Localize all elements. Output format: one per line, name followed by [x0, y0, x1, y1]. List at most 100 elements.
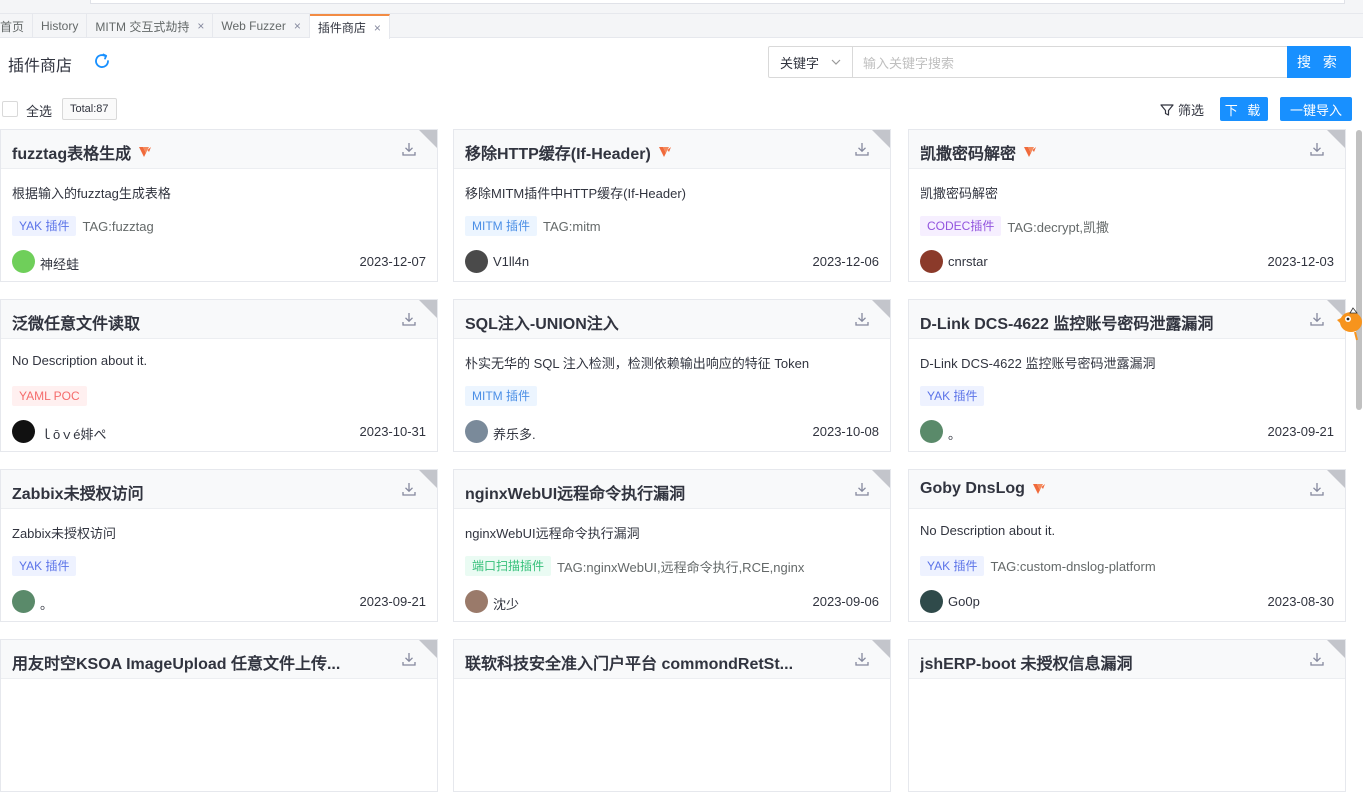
download-icon[interactable]: [401, 141, 417, 157]
filter-button[interactable]: 筛选: [1160, 100, 1204, 119]
avatar[interactable]: [465, 590, 488, 613]
card-title-text: nginxWebUI远程命令执行漏洞: [465, 486, 686, 503]
download-icon[interactable]: [854, 481, 870, 497]
plugin-card[interactable]: 移除HTTP缓存(If-Header) 移除MITM插件中HTTP缓存(If-He…: [453, 129, 891, 282]
card-tags: CODEC插件 TAG:decrypt,凯撒: [920, 216, 1109, 236]
download-icon[interactable]: [1309, 141, 1325, 157]
card-title-text: 联软科技安全准入门户平台 commondRetSt...: [465, 656, 794, 673]
publish-date: 2023-09-21: [359, 594, 427, 609]
download-icon[interactable]: [401, 651, 417, 667]
download-icon[interactable]: [854, 141, 870, 157]
tab-2[interactable]: MITM 交互式劫持 ×: [87, 14, 214, 38]
plugin-card[interactable]: SQL注入-UNION注入 朴实无华的 SQL 注入检测，检测依赖输出响应的特征 …: [453, 299, 891, 452]
download-icon[interactable]: [401, 311, 417, 327]
card-description: Zabbix未授权访问: [12, 526, 117, 541]
card-title: 联软科技安全准入门户平台 commondRetSt...: [465, 650, 793, 674]
import-all-button[interactable]: 一键导入: [1280, 97, 1352, 121]
card-tags: YAK 插件 TAG:custom-dnslog-platform: [920, 556, 1156, 576]
refresh-icon[interactable]: [93, 52, 111, 70]
select-all-label[interactable]: 全选: [26, 101, 52, 120]
close-icon[interactable]: ×: [294, 19, 301, 33]
scrollbar[interactable]: [1356, 130, 1362, 410]
publish-date: 2023-10-31: [359, 424, 427, 439]
card-title: jshERP-boot 未授权信息漏洞: [920, 650, 1132, 674]
download-icon[interactable]: [401, 481, 417, 497]
card-title: SQL注入-UNION注入: [465, 310, 619, 334]
avatar[interactable]: [920, 250, 943, 273]
plugin-card[interactable]: 用友时空KSOA ImageUpload 任意文件上传...: [0, 639, 438, 792]
close-icon[interactable]: ×: [197, 19, 204, 33]
card-description: 移除MITM插件中HTTP缓存(If-Header): [465, 186, 687, 201]
plugin-card[interactable]: 凯撒密码解密 凯撒密码解密 CODEC插件 TAG:decrypt,凯撒 cnrstar…: [908, 129, 1346, 282]
card-description: 根据输入的fuzztag生成表格: [12, 186, 171, 201]
plugin-card[interactable]: D-Link DCS-4622 监控账号密码泄露漏洞 D-Link DCS-462…: [908, 299, 1346, 452]
tab-0[interactable]: 首页: [0, 14, 34, 38]
yak-badge-icon: [658, 147, 671, 157]
author-name[interactable]: 。: [40, 594, 53, 613]
author-name[interactable]: cnrstar: [948, 254, 988, 269]
select-all-checkbox[interactable]: [2, 101, 18, 117]
plugin-card[interactable]: Goby DnsLog No Description about it. YAK 插…: [908, 469, 1346, 622]
plugin-type-tag: YAK 插件: [12, 556, 77, 576]
plugin-type-tag: YAK 插件: [12, 216, 77, 236]
download-icon[interactable]: [854, 311, 870, 327]
tab-4[interactable]: 插件商店 ×: [309, 14, 390, 39]
plugin-card[interactable]: Zabbix未授权访问 Zabbix未授权访问 YAK 插件。 2023-09-21: [0, 469, 438, 622]
tag-list: TAG:custom-dnslog-platform: [990, 558, 1156, 574]
card-header: SQL注入-UNION注入: [454, 300, 890, 339]
card-title: 凯撒密码解密: [920, 140, 1037, 164]
download-icon[interactable]: [1309, 311, 1325, 327]
plugin-card[interactable]: fuzztag表格生成 根据输入的fuzztag生成表格 YAK 插件 TAG:fuz…: [0, 129, 438, 282]
avatar[interactable]: [12, 420, 35, 443]
card-tags: 端口扫描插件 TAG:nginxWebUI,远程命令执行,RCE,nginx: [465, 556, 804, 576]
tab-label: History: [41, 19, 79, 33]
card-footer: 神经蛙 2023-12-07: [12, 250, 426, 274]
avatar[interactable]: [920, 420, 943, 443]
plugin-card[interactable]: 泛微任意文件读取 No Description about it. YAML POC…: [0, 299, 438, 452]
avatar[interactable]: [465, 420, 488, 443]
card-title-text: D-Link DCS-4622 监控账号密码泄露漏洞: [920, 316, 1214, 333]
publish-date: 2023-12-07: [359, 254, 427, 269]
author-name[interactable]: Go0p: [948, 594, 980, 609]
author-name[interactable]: V1ll4n: [493, 254, 529, 269]
card-footer: V1ll4n 2023-12-06: [465, 250, 879, 274]
keyword-select[interactable]: 关键字: [768, 46, 853, 78]
author-name[interactable]: ｌōｖé婔ぺ: [40, 424, 106, 443]
tab-label: MITM 交互式劫持: [95, 19, 190, 34]
card-corner-marker: [1327, 130, 1345, 148]
download-icon[interactable]: [854, 651, 870, 667]
plugin-card[interactable]: nginxWebUI远程命令执行漏洞 nginxWebUI远程命令执行漏洞 端口扫描…: [453, 469, 891, 622]
download-button[interactable]: 下 载: [1220, 97, 1268, 121]
avatar[interactable]: [12, 590, 35, 613]
card-title-text: 凯撒密码解密: [920, 146, 1017, 163]
card-footer: ｌōｖé婔ぺ 2023-10-31: [12, 420, 426, 444]
download-icon[interactable]: [1309, 651, 1325, 667]
card-footer: cnrstar 2023-12-03: [920, 250, 1334, 274]
card-corner-marker: [872, 470, 890, 488]
card-title: Zabbix未授权访问: [12, 480, 144, 504]
tab-1[interactable]: History: [33, 14, 88, 38]
card-corner-marker: [872, 300, 890, 318]
plugin-card[interactable]: jshERP-boot 未授权信息漏洞: [908, 639, 1346, 792]
author-name[interactable]: 养乐多.: [493, 424, 536, 443]
tab-3[interactable]: Web Fuzzer ×: [213, 14, 310, 38]
search-input[interactable]: 输入关键字搜索: [852, 46, 1288, 78]
card-corner-marker: [1327, 640, 1345, 658]
download-icon[interactable]: [1309, 481, 1325, 497]
publish-date: 2023-10-08: [812, 424, 880, 439]
toolbar: 全选 Total:87 筛选 下 载 一键导入: [0, 96, 1363, 122]
author-name[interactable]: 。: [948, 424, 961, 443]
plugin-card[interactable]: 联软科技安全准入门户平台 commondRetSt...: [453, 639, 891, 792]
address-bar-edge: [90, 0, 1345, 4]
avatar[interactable]: [12, 250, 35, 273]
author-name[interactable]: 神经蛙: [40, 254, 79, 273]
publish-date: 2023-09-21: [1267, 424, 1335, 439]
avatar[interactable]: [920, 590, 943, 613]
author-name[interactable]: 沈少: [493, 594, 519, 613]
avatar[interactable]: [465, 250, 488, 273]
card-footer: 养乐多. 2023-10-08: [465, 420, 879, 444]
close-icon[interactable]: ×: [374, 21, 381, 35]
search-button[interactable]: 搜 索: [1287, 46, 1351, 78]
card-description: D-Link DCS-4622 监控账号密码泄露漏洞: [920, 356, 1156, 371]
card-title-text: 用友时空KSOA ImageUpload 任意文件上传...: [12, 656, 341, 673]
